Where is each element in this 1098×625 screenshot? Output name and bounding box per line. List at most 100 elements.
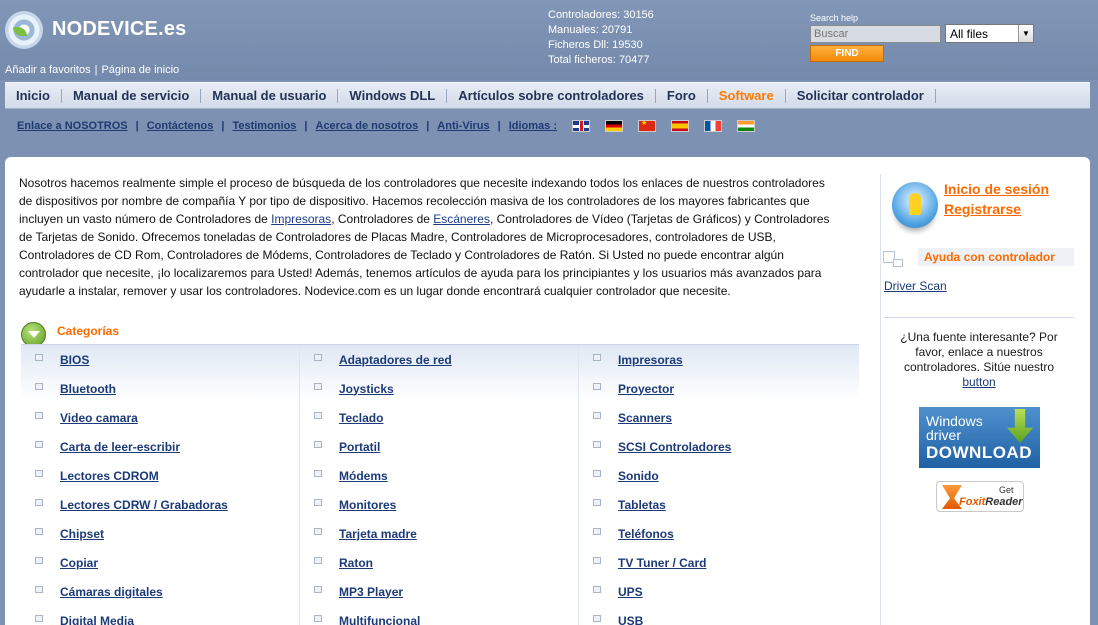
list-item[interactable]: Bluetooth (21, 374, 299, 403)
list-item[interactable]: Sonido (579, 461, 858, 490)
bullet-icon (593, 528, 601, 535)
nav-item-articulos[interactable]: Artículos sobre controladores (447, 88, 656, 103)
indian-flag-icon[interactable] (737, 120, 756, 132)
category-link[interactable]: Sonido (618, 469, 659, 483)
category-link[interactable]: Bluetooth (60, 382, 116, 396)
category-link[interactable]: USB (618, 614, 643, 625)
list-item[interactable]: UPS (579, 577, 858, 606)
category-link[interactable]: MP3 Player (339, 585, 403, 599)
list-item[interactable]: BIOS (21, 345, 299, 374)
link-testimonios[interactable]: Testimonios (232, 120, 296, 132)
list-item[interactable]: Chipset (21, 519, 299, 548)
link-anti-virus[interactable]: Anti-Virus (437, 120, 489, 132)
category-link[interactable]: Raton (339, 556, 373, 570)
list-item[interactable]: Multifuncional (300, 606, 578, 625)
find-button[interactable]: FIND (810, 45, 884, 62)
category-link[interactable]: Adaptadores de red (339, 353, 452, 367)
list-item[interactable]: Tabletas (579, 490, 858, 519)
category-link[interactable]: Multifuncional (339, 614, 420, 625)
category-link[interactable]: TV Tuner / Card (618, 556, 706, 570)
list-item[interactable]: Video camara (21, 403, 299, 432)
nav-item-inicio[interactable]: Inicio (5, 88, 62, 103)
list-item[interactable]: MP3 Player (300, 577, 578, 606)
category-link[interactable]: Joysticks (339, 382, 394, 396)
category-link[interactable]: Monitores (339, 498, 396, 512)
driver-scan-link[interactable]: Driver Scan (884, 279, 947, 293)
list-item[interactable]: Copiar (21, 548, 299, 577)
category-link[interactable]: Módems (339, 469, 388, 483)
site-logo[interactable]: NODEVICE.es (52, 18, 186, 41)
category-link[interactable]: Proyector (618, 382, 674, 396)
logo-disc-icon[interactable] (5, 11, 43, 49)
bullet-icon (35, 441, 43, 448)
list-item[interactable]: Lectores CDRW / Grabadoras (21, 490, 299, 519)
category-link[interactable]: Tabletas (618, 498, 666, 512)
promo-button-link[interactable]: button (962, 375, 995, 389)
french-flag-icon[interactable] (704, 120, 723, 132)
category-link[interactable]: Lectores CDROM (60, 469, 159, 483)
list-item[interactable]: Proyector (579, 374, 858, 403)
home-page-link[interactable]: Página de inicio (101, 64, 179, 76)
list-item[interactable]: Monitores (300, 490, 578, 519)
category-link[interactable]: UPS (618, 585, 643, 599)
spanish-flag-icon[interactable] (671, 120, 690, 132)
german-flag-icon[interactable] (605, 120, 624, 132)
link-impresoras[interactable]: Impresoras (271, 212, 331, 226)
foxit-reader-banner[interactable]: Get FoxitReader (936, 481, 1024, 512)
list-item[interactable]: Teclado (300, 403, 578, 432)
list-item[interactable]: Joysticks (300, 374, 578, 403)
nav-item-solicitar-controlador[interactable]: Solicitar controlador (786, 88, 936, 103)
list-item[interactable]: Adaptadores de red (300, 345, 578, 374)
nav-item-foro[interactable]: Foro (656, 88, 708, 103)
category-link[interactable]: Teléfonos (618, 527, 674, 541)
bullet-icon (593, 557, 601, 564)
add-favorites-link[interactable]: Añadir a favoritos (5, 64, 91, 76)
category-link[interactable]: Carta de leer-escribir (60, 440, 180, 454)
list-item[interactable]: Módems (300, 461, 578, 490)
list-item[interactable]: Digital Media (21, 606, 299, 625)
link-contactenos[interactable]: Contáctenos (147, 120, 214, 132)
list-item[interactable]: Raton (300, 548, 578, 577)
category-link[interactable]: Scanners (618, 411, 672, 425)
link-acerca-nosotros[interactable]: Acerca de nosotros (316, 120, 419, 132)
category-link[interactable]: Cámaras digitales (60, 585, 163, 599)
main-nav: Inicio Manual de servicio Manual de usua… (5, 82, 1090, 109)
categories-grid: BIOS Bluetooth Video camara Carta de lee… (21, 344, 859, 625)
category-link[interactable]: Lectores CDRW / Grabadoras (60, 498, 228, 512)
list-item[interactable]: SCSI Controladores (579, 432, 858, 461)
search-input[interactable] (810, 25, 941, 43)
link-escaneres[interactable]: Escáneres (433, 212, 490, 226)
category-link[interactable]: Teclado (339, 411, 383, 425)
list-item[interactable]: Impresoras (579, 345, 858, 374)
category-link[interactable]: Copiar (60, 556, 98, 570)
category-link[interactable]: Video camara (60, 411, 138, 425)
category-link[interactable]: Impresoras (618, 353, 683, 367)
nav-item-windows-dll[interactable]: Windows DLL (338, 88, 448, 103)
nav-item-manual-usuario[interactable]: Manual de usuario (201, 88, 339, 103)
list-item[interactable]: Tarjeta madre (300, 519, 578, 548)
search-scope-select[interactable]: All files ▼ (945, 24, 1034, 43)
list-item[interactable]: Carta de leer-escribir (21, 432, 299, 461)
windows-driver-download-banner[interactable]: Windows driver DOWNLOAD (919, 407, 1040, 468)
list-item[interactable]: Portatil (300, 432, 578, 461)
list-item[interactable]: TV Tuner / Card (579, 548, 858, 577)
login-link[interactable]: Inicio de sesión (944, 181, 1049, 197)
list-item[interactable]: Scanners (579, 403, 858, 432)
category-link[interactable]: Tarjeta madre (339, 527, 417, 541)
category-link[interactable]: BIOS (60, 353, 89, 367)
category-link[interactable]: Portatil (339, 440, 380, 454)
register-link[interactable]: Registrarse (944, 201, 1021, 217)
link-enlace-nosotros[interactable]: Enlace a NOSOTROS (17, 120, 128, 132)
list-item[interactable]: Teléfonos (579, 519, 858, 548)
list-item[interactable]: USB (579, 606, 858, 625)
chinese-flag-icon[interactable] (638, 120, 657, 132)
category-link[interactable]: SCSI Controladores (618, 440, 731, 454)
nav-item-software[interactable]: Software (708, 88, 786, 103)
list-item[interactable]: Cámaras digitales (21, 577, 299, 606)
category-link[interactable]: Digital Media (60, 614, 134, 625)
list-item[interactable]: Lectores CDROM (21, 461, 299, 490)
english-flag-icon[interactable] (572, 120, 591, 132)
category-link[interactable]: Chipset (60, 527, 104, 541)
nav-item-manual-servicio[interactable]: Manual de servicio (62, 88, 202, 103)
windows-stack-icon (883, 251, 903, 267)
